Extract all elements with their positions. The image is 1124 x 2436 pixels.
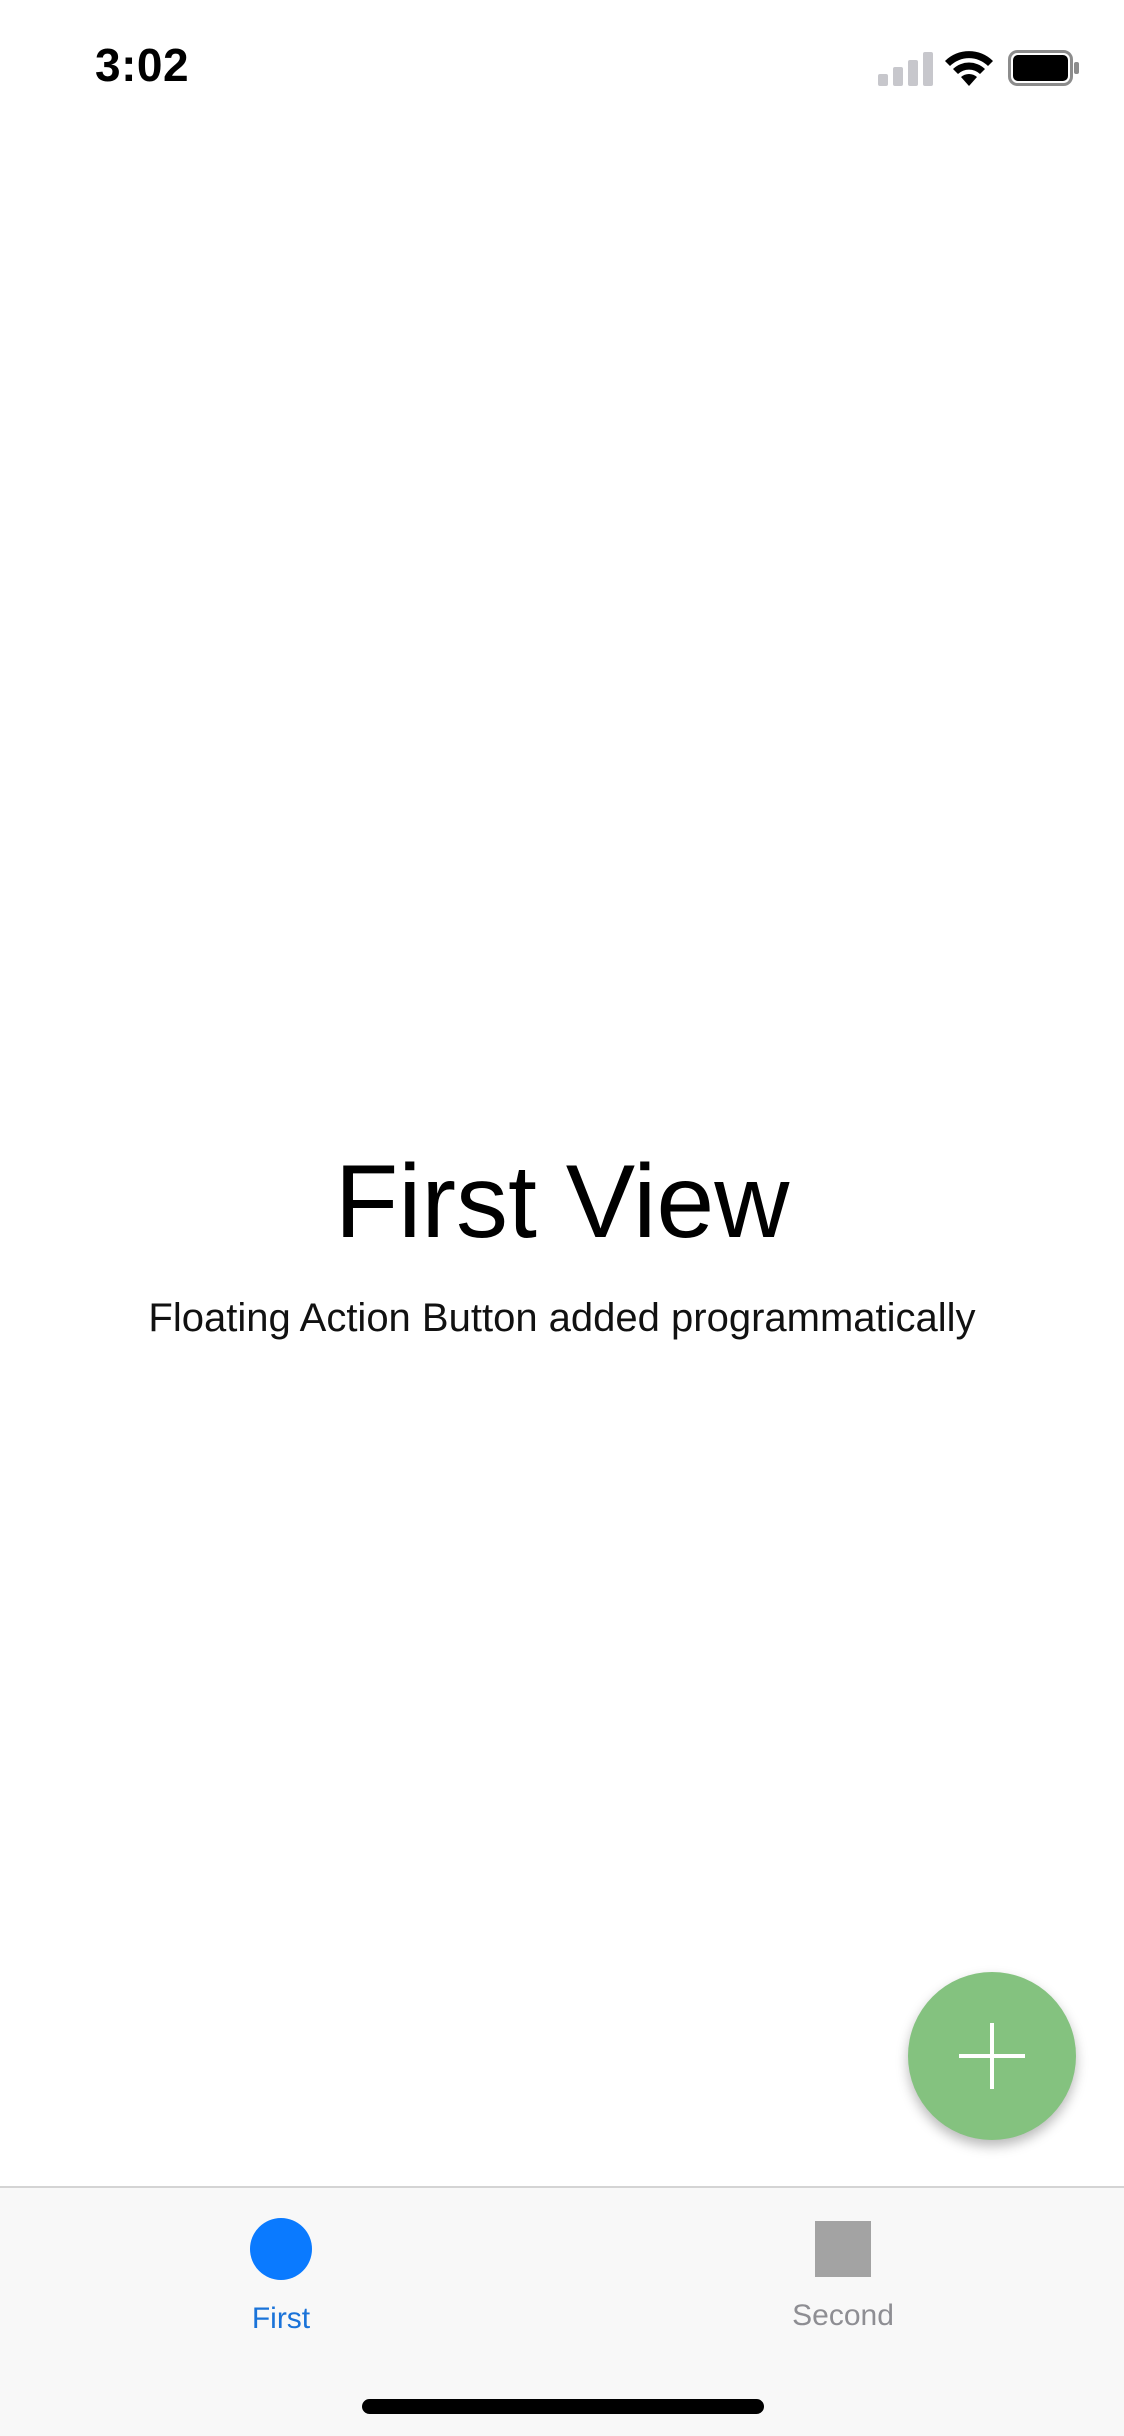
status-bar: 3:02 bbox=[0, 0, 1124, 135]
circle-icon bbox=[250, 2218, 312, 2280]
square-icon bbox=[815, 2221, 871, 2277]
app-screen: 3:02 First View Floating Action Button a… bbox=[0, 0, 1124, 2436]
floating-action-button[interactable] bbox=[908, 1972, 1076, 2140]
wifi-icon bbox=[945, 51, 993, 86]
tab-second[interactable]: Second bbox=[693, 2218, 993, 2348]
tab-second-label: Second bbox=[792, 2299, 894, 2332]
tab-first-label: First bbox=[251, 2302, 311, 2335]
main-content: First View Floating Action Button added … bbox=[0, 1150, 1124, 1341]
home-indicator[interactable] bbox=[362, 2399, 764, 2414]
cellular-signal-icon bbox=[878, 52, 933, 86]
status-time: 3:02 bbox=[95, 39, 190, 91]
page-title: First View bbox=[334, 1144, 790, 1260]
battery-icon bbox=[1008, 50, 1079, 86]
plus-icon bbox=[959, 2023, 1025, 2089]
tab-first[interactable]: First bbox=[131, 2218, 431, 2348]
tab-bar: First Second bbox=[0, 2186, 1124, 2436]
page-subtitle: Floating Action Button added programmati… bbox=[148, 1296, 976, 1340]
